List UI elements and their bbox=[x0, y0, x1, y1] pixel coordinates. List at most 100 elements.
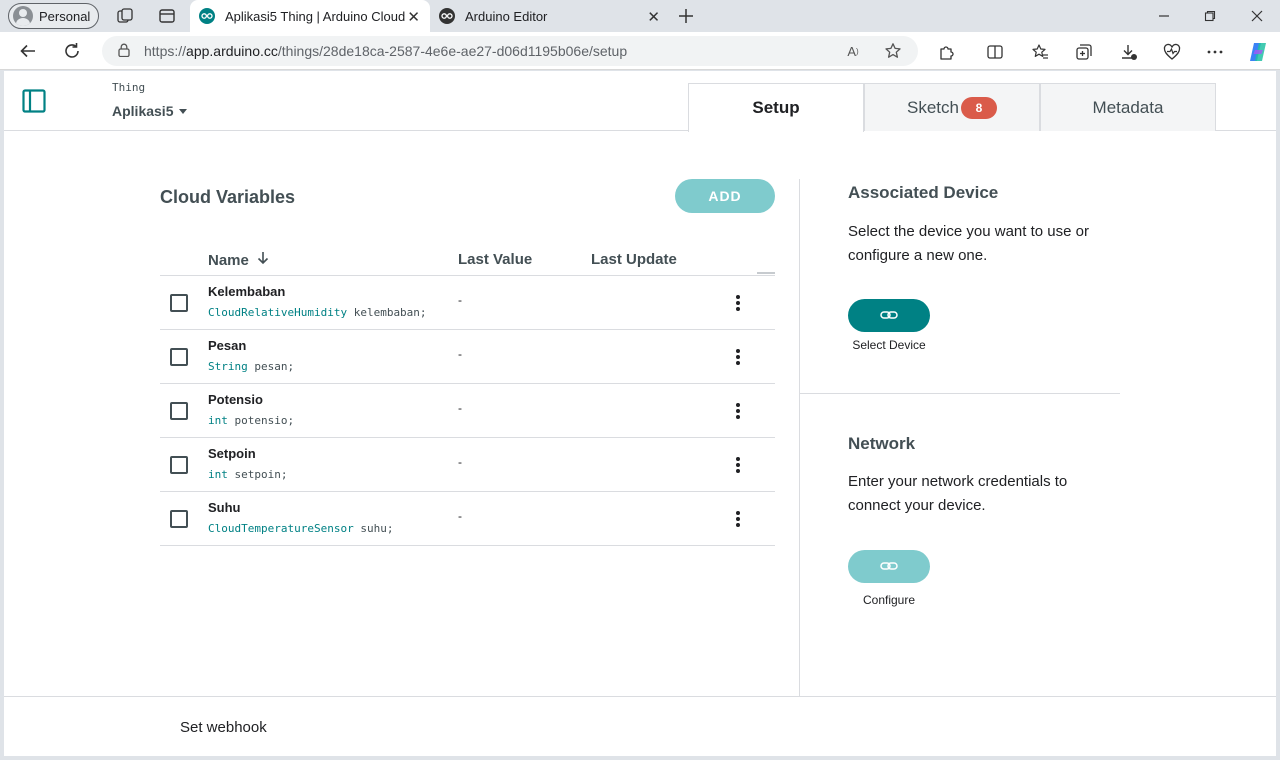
variable-last-value: - bbox=[458, 401, 462, 415]
minimize-icon[interactable] bbox=[1152, 4, 1176, 28]
variable-declaration: String pesan; bbox=[208, 360, 294, 373]
variable-name: Setpoin bbox=[208, 446, 256, 461]
address-bar[interactable]: https://app.arduino.cc/things/28de18ca-2… bbox=[102, 36, 918, 66]
configure-network-button[interactable] bbox=[848, 550, 930, 583]
url-path: /things/28de18ca-2587-4e6e-ae27-d06d1195… bbox=[277, 43, 628, 59]
tab-label: Arduino Editor bbox=[465, 8, 548, 24]
row-checkbox[interactable] bbox=[170, 456, 188, 474]
row-checkbox[interactable] bbox=[170, 294, 188, 312]
arduino-icon bbox=[439, 8, 455, 24]
variable-name: Potensio bbox=[208, 392, 263, 407]
select-device-button[interactable] bbox=[848, 299, 930, 332]
copilot-icon[interactable] bbox=[1246, 40, 1270, 64]
variable-declaration: CloudRelativeHumidity kelembaban; bbox=[208, 306, 427, 319]
favorite-star-icon[interactable] bbox=[884, 42, 902, 60]
browser-essentials-icon[interactable] bbox=[1162, 42, 1182, 62]
variable-type: CloudTemperatureSensor bbox=[208, 522, 354, 535]
favorites-icon[interactable] bbox=[1030, 42, 1050, 62]
new-tab-icon[interactable] bbox=[676, 6, 696, 26]
column-name-label: Name bbox=[208, 251, 249, 269]
variable-type: int bbox=[208, 414, 228, 427]
close-tab-icon[interactable]: ✕ bbox=[407, 8, 420, 26]
profile-label: Personal bbox=[39, 8, 91, 24]
close-tab-icon[interactable]: ✕ bbox=[647, 8, 660, 26]
table-row[interactable]: Pesan String pesan; - bbox=[160, 330, 775, 384]
back-icon[interactable] bbox=[17, 40, 39, 62]
variable-identifier: potensio; bbox=[234, 414, 295, 427]
tab-sketch-label: Sketch bbox=[907, 97, 959, 117]
row-more-icon[interactable] bbox=[732, 293, 744, 313]
tab-metadata-label: Metadata bbox=[1092, 97, 1164, 117]
variable-identifier: kelembaban; bbox=[353, 306, 427, 319]
downloads-icon[interactable] bbox=[1119, 42, 1139, 62]
extensions-icon[interactable] bbox=[937, 42, 957, 62]
set-webhook-link[interactable]: Set webhook bbox=[180, 719, 267, 736]
split-screen-icon[interactable] bbox=[985, 42, 1005, 62]
sort-arrow-down-icon bbox=[257, 251, 269, 269]
variable-last-value: - bbox=[458, 293, 462, 307]
row-checkbox[interactable] bbox=[170, 348, 188, 366]
associated-device-title: Associated Device bbox=[848, 183, 999, 202]
section-divider bbox=[800, 393, 1120, 394]
tab-setup-label: Setup bbox=[752, 98, 800, 117]
variable-identifier: setpoin; bbox=[234, 468, 288, 481]
more-options-icon[interactable] bbox=[1205, 42, 1225, 62]
configure-label[interactable]: Configure bbox=[834, 593, 944, 607]
url-host: app.arduino.cc bbox=[186, 43, 278, 59]
tab-metadata[interactable]: Metadata bbox=[1040, 83, 1216, 131]
close-window-icon[interactable] bbox=[1245, 4, 1269, 28]
thing-name-dropdown[interactable]: Aplikasi5 bbox=[112, 103, 188, 119]
tab-arduino-cloud[interactable]: Aplikasi5 Thing | Arduino Cloud ✕ bbox=[190, 0, 430, 32]
column-last-value: Last Value bbox=[458, 251, 533, 268]
profile-button[interactable]: Personal bbox=[8, 3, 99, 29]
caret-down-icon bbox=[179, 108, 188, 114]
variables-table-header: Name Last Value Last Update bbox=[160, 247, 775, 276]
row-checkbox[interactable] bbox=[170, 510, 188, 528]
variable-declaration: int setpoin; bbox=[208, 468, 287, 481]
table-row[interactable]: Potensio int potensio; - bbox=[160, 384, 775, 438]
browser-toolbar: https://app.arduino.cc/things/28de18ca-2… bbox=[0, 32, 1280, 70]
column-name[interactable]: Name bbox=[208, 251, 269, 269]
row-more-icon[interactable] bbox=[732, 509, 744, 529]
table-row[interactable]: Suhu CloudTemperatureSensor suhu; - bbox=[160, 492, 775, 546]
table-row[interactable]: Setpoin int setpoin; - bbox=[160, 438, 775, 492]
row-more-icon[interactable] bbox=[732, 401, 744, 421]
column-last-update: Last Update bbox=[591, 251, 677, 268]
collections-icon[interactable] bbox=[1074, 42, 1094, 62]
table-row[interactable]: Kelembaban CloudRelativeHumidity kelemba… bbox=[160, 276, 775, 330]
lock-icon bbox=[118, 43, 130, 60]
variable-last-value: - bbox=[458, 347, 462, 361]
variable-type: CloudRelativeHumidity bbox=[208, 306, 348, 319]
variable-last-value: - bbox=[458, 509, 462, 523]
add-variable-button[interactable]: ADD bbox=[675, 179, 775, 213]
tab-actions-icon[interactable] bbox=[157, 6, 177, 26]
tab-arduino-editor[interactable]: Arduino Editor ✕ bbox=[430, 0, 670, 32]
network-description: Enter your network credentials to connec… bbox=[848, 473, 1068, 514]
refresh-icon[interactable] bbox=[61, 40, 83, 62]
workspaces-icon[interactable] bbox=[115, 6, 135, 26]
sketch-badge: 8 bbox=[960, 96, 997, 119]
page-footer: Set webhook bbox=[4, 696, 1276, 756]
thing-label: Thing bbox=[112, 81, 146, 94]
row-more-icon[interactable] bbox=[732, 455, 744, 475]
variable-declaration: CloudTemperatureSensor suhu; bbox=[208, 522, 393, 535]
arduino-icon bbox=[199, 8, 215, 24]
row-more-icon[interactable] bbox=[732, 347, 744, 367]
scrollbar-thumb[interactable] bbox=[757, 272, 775, 274]
variable-type: int bbox=[208, 468, 228, 481]
variable-declaration: int potensio; bbox=[208, 414, 294, 427]
tab-setup[interactable]: Setup bbox=[688, 83, 864, 132]
select-device-label[interactable]: Select Device bbox=[834, 338, 944, 352]
variable-name: Kelembaban bbox=[208, 284, 286, 299]
row-checkbox[interactable] bbox=[170, 402, 188, 420]
browser-tab-bar: Personal Aplikasi5 Thing | Arduino Cloud… bbox=[0, 0, 1280, 32]
page-header: Thing Aplikasi5 Setup Sketch 8 Metadata bbox=[4, 71, 1276, 132]
read-aloud-icon[interactable]: A) bbox=[844, 42, 862, 60]
restore-icon[interactable] bbox=[1198, 4, 1222, 28]
sidebar-toggle-icon[interactable] bbox=[22, 89, 46, 113]
variable-last-value: - bbox=[458, 455, 462, 469]
tab-sketch[interactable]: Sketch 8 bbox=[864, 83, 1040, 131]
link-icon bbox=[880, 307, 898, 325]
variable-identifier: suhu; bbox=[360, 522, 394, 535]
cloud-variables-title: Cloud Variables bbox=[160, 187, 296, 207]
